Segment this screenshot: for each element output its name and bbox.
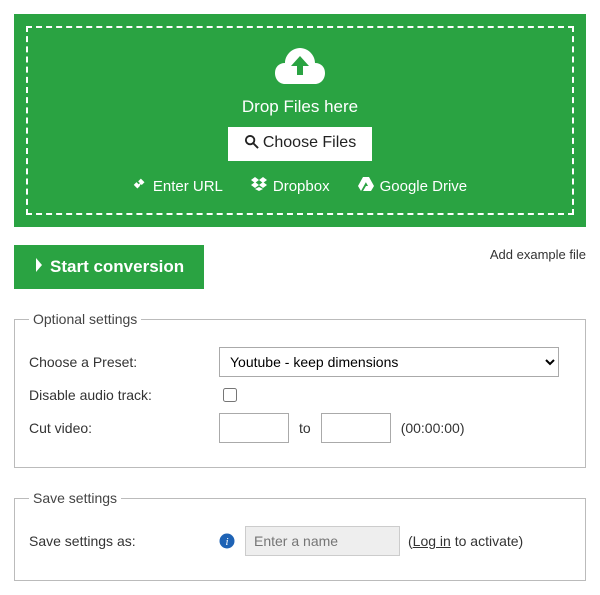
drop-text: Drop Files here	[38, 97, 562, 117]
save-settings-group: Save settings Save settings as: i (Log i…	[14, 490, 586, 581]
disable-audio-checkbox[interactable]	[223, 388, 237, 402]
enter-url-link[interactable]: Enter URL	[133, 177, 223, 195]
start-conversion-label: Start conversion	[50, 257, 184, 277]
cloud-upload-icon	[38, 46, 562, 89]
login-link[interactable]: Log in	[413, 533, 451, 549]
cut-video-label: Cut video:	[29, 420, 219, 436]
add-example-file-link[interactable]: Add example file	[490, 247, 586, 262]
google-drive-link[interactable]: Google Drive	[358, 177, 468, 195]
link-icon	[133, 177, 147, 195]
dropzone[interactable]: Drop Files here Choose Files Enter URL D…	[14, 14, 586, 227]
disable-audio-label: Disable audio track:	[29, 387, 219, 403]
source-links: Enter URL Dropbox Google Drive	[38, 177, 562, 195]
to-label: to	[289, 420, 321, 436]
save-settings-legend: Save settings	[29, 490, 121, 506]
optional-settings-legend: Optional settings	[29, 311, 141, 327]
dropzone-inner[interactable]: Drop Files here Choose Files Enter URL D…	[26, 26, 574, 215]
cut-start-input[interactable]	[219, 413, 289, 443]
chevron-right-icon	[34, 257, 44, 277]
choose-files-label: Choose Files	[263, 134, 356, 151]
choose-files-button[interactable]: Choose Files	[228, 127, 372, 161]
dropbox-icon	[251, 177, 267, 195]
google-drive-icon	[358, 177, 374, 195]
save-name-input	[245, 526, 400, 556]
activate-text: (Log in to activate)	[400, 533, 523, 549]
cut-hint: (00:00:00)	[391, 420, 465, 436]
preset-label: Choose a Preset:	[29, 354, 219, 370]
info-icon: i	[219, 533, 235, 549]
search-icon	[244, 134, 259, 154]
preset-select[interactable]: Youtube - keep dimensions	[219, 347, 559, 377]
dropbox-link[interactable]: Dropbox	[251, 177, 330, 195]
save-as-label: Save settings as:	[29, 533, 219, 549]
cut-end-input[interactable]	[321, 413, 391, 443]
optional-settings-group: Optional settings Choose a Preset: Youtu…	[14, 311, 586, 468]
start-conversion-button[interactable]: Start conversion	[14, 245, 204, 289]
svg-text:i: i	[225, 536, 228, 548]
